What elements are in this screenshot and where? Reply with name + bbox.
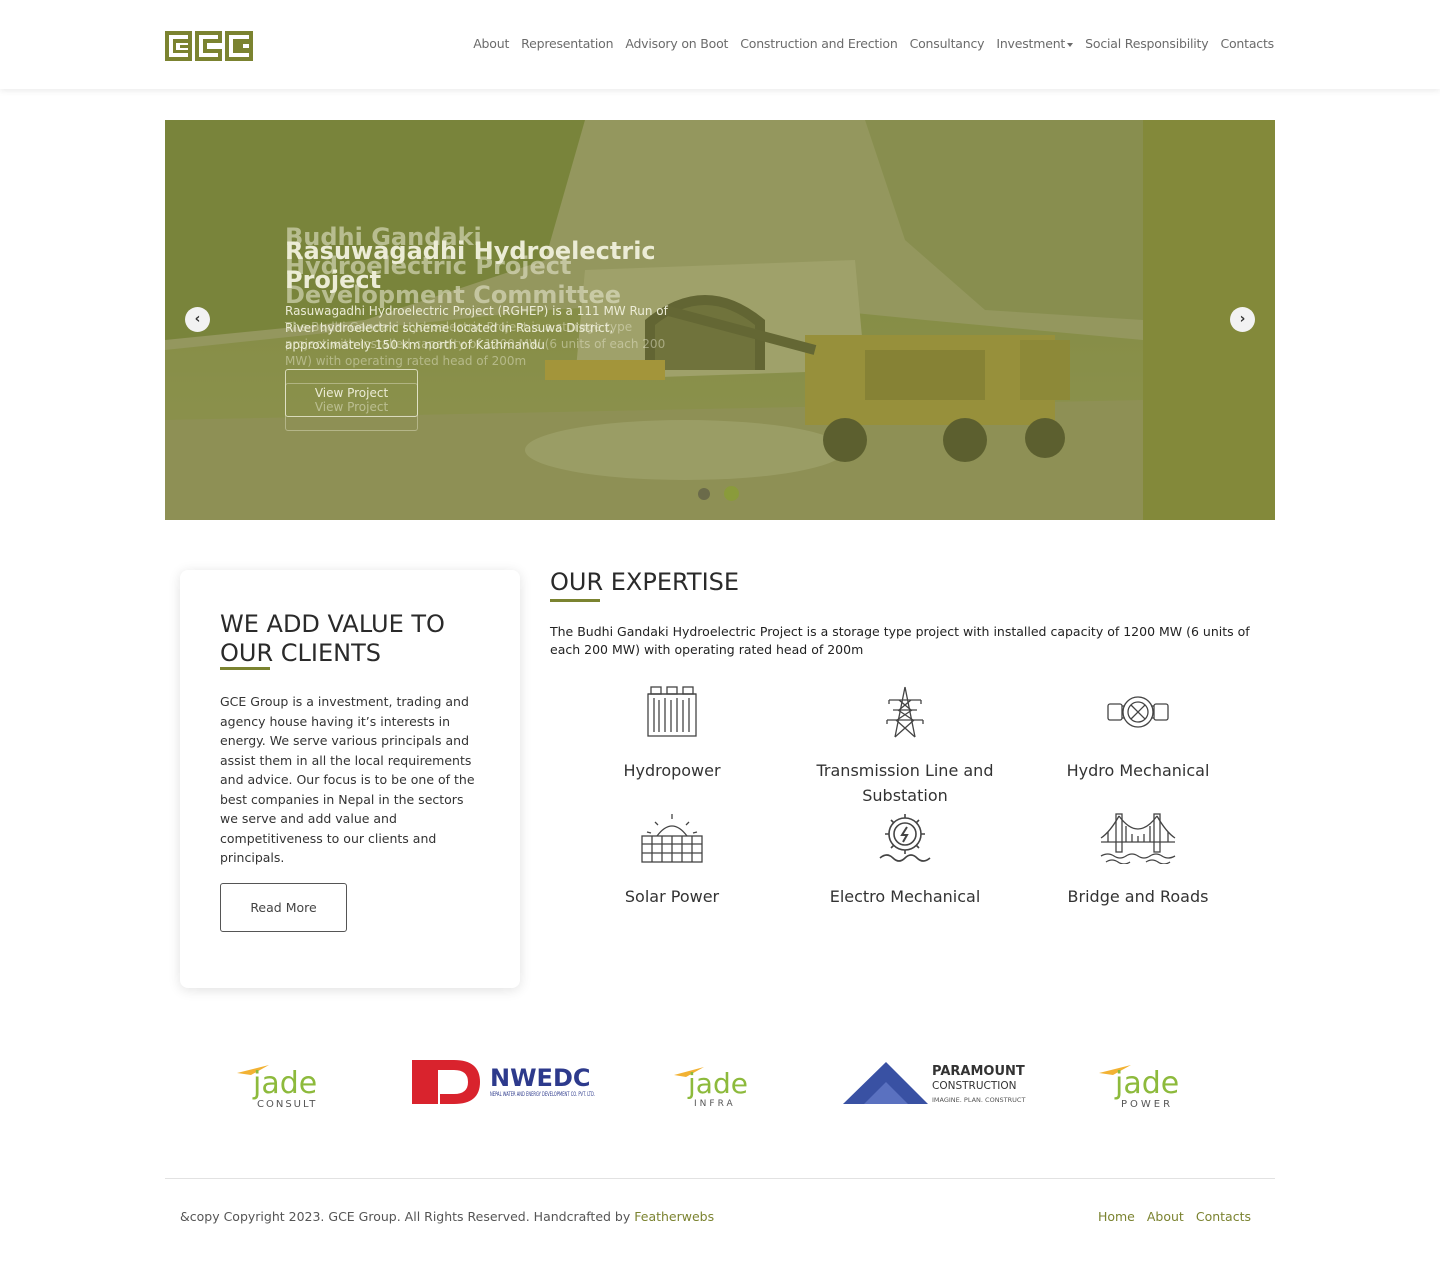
footer-nav: Home About Contacts	[1098, 1209, 1251, 1224]
dam-icon	[647, 686, 697, 737]
footer-credit-link[interactable]: Featherwebs	[634, 1209, 714, 1224]
nav-investment-dropdown[interactable]: Investment	[996, 36, 1074, 51]
expertise-item-hydro-mechanical[interactable]: Hydro Mechanical	[1038, 686, 1238, 783]
carousel-next-button[interactable]: ›	[1230, 307, 1255, 332]
expertise-label: Hydro Mechanical	[1066, 761, 1210, 780]
carousel-prev-button[interactable]: ‹	[185, 307, 210, 332]
expertise-item-electro-mechanical[interactable]: Electro Mechanical	[805, 812, 1005, 909]
partner-subtitle: IMAGINE. PLAN. CONSTRUCT	[932, 1096, 1025, 1104]
value-card: WE ADD VALUE TO OUR CLIENTS GCE Group is…	[180, 570, 520, 988]
expertise-label: Hydropower	[623, 761, 721, 780]
expertise-label: Transmission Line and Substation	[816, 761, 994, 805]
carousel-indicators	[698, 486, 739, 501]
title-underline	[220, 667, 270, 670]
expertise-item-transmission[interactable]: Transmission Line and Substation	[805, 686, 1005, 808]
partner-name-line2: CONSTRUCTION	[932, 1080, 1016, 1092]
hero-title: Rasuwagadhi Hydroelectric Project	[285, 237, 656, 294]
title-underline	[550, 599, 600, 602]
nav-construction-and-erection[interactable]: Construction and Erection	[740, 36, 898, 51]
read-more-button[interactable]: Read More	[220, 883, 347, 932]
gce-logo[interactable]	[165, 31, 253, 61]
carousel-indicator-1[interactable]	[698, 487, 710, 500]
hero-description: Rasuwagadhi Hydroelectric Project (RGHEP…	[285, 304, 668, 352]
copyright-text: &copy Copyright 2023. GCE Group. All Rig…	[180, 1209, 635, 1224]
nav-contacts[interactable]: Contacts	[1220, 36, 1274, 51]
partner-name: PARAMOUNT	[932, 1064, 1025, 1079]
nav-social-responsibility[interactable]: Social Responsibility	[1085, 36, 1209, 51]
nav-advisory-on-boot[interactable]: Advisory on Boot	[625, 36, 728, 51]
pipe-valve-icon	[1107, 696, 1169, 728]
partner-name: jade	[687, 1067, 748, 1100]
partner-name: jade	[1114, 1066, 1179, 1101]
nav-representation[interactable]: Representation	[521, 36, 613, 51]
nav-about[interactable]: About	[473, 36, 509, 51]
footer-divider	[165, 1178, 1275, 1179]
turbine-gear-icon	[879, 814, 931, 862]
expertise-item-solar-power[interactable]: Solar Power	[572, 812, 772, 909]
expertise-label: Bridge and Roads	[1067, 887, 1209, 906]
partner-logo-jade-power[interactable]: jade POWER	[1095, 1055, 1210, 1110]
bridge-icon	[1100, 813, 1176, 864]
chevron-left-icon: ‹	[194, 311, 201, 327]
carousel-indicator-2[interactable]	[724, 486, 739, 501]
partner-subtitle: POWER	[1121, 1099, 1173, 1110]
nav-consultancy[interactable]: Consultancy	[910, 36, 985, 51]
hero-carousel: Budhi Gandaki Hydroelectric Project Deve…	[165, 120, 1275, 520]
chevron-right-icon: ›	[1239, 311, 1246, 327]
caret-down-icon	[1067, 42, 1074, 47]
expertise-label: Electro Mechanical	[829, 887, 981, 906]
transmission-tower-icon	[886, 686, 924, 738]
site-header: About Representation Advisory on Boot Co…	[0, 0, 1440, 89]
partner-name: jade	[252, 1066, 317, 1101]
partner-logo-paramount[interactable]: PARAMOUNT CONSTRUCTION IMAGINE. PLAN. CO…	[842, 1058, 1030, 1108]
partner-subtitle: INFRA	[694, 1099, 736, 1109]
value-card-body: GCE Group is a investment, trading and a…	[220, 694, 475, 865]
view-project-button-previous[interactable]: View Project	[285, 383, 418, 431]
main-nav: About Representation Advisory on Boot Co…	[473, 36, 1274, 51]
partner-subtitle: NEPAL WATER AND ENERGY DEVELOPMENT CO. P…	[490, 1091, 595, 1098]
expertise-item-hydropower[interactable]: Hydropower	[572, 686, 772, 783]
value-card-title: WE ADD VALUE TO OUR CLIENTS	[220, 610, 445, 667]
nav-investment-label: Investment	[996, 36, 1066, 51]
footer-link-contacts[interactable]: Contacts	[1196, 1209, 1251, 1224]
partner-name: NWEDC	[490, 1064, 591, 1092]
expertise-label: Solar Power	[624, 887, 720, 906]
footer-link-about[interactable]: About	[1147, 1209, 1184, 1224]
expertise-title: OUR EXPERTISE	[550, 568, 740, 596]
partner-logo-nwedc[interactable]: NWEDC NEPAL WATER AND ENERGY DEVELOPMENT…	[410, 1058, 598, 1108]
solar-panel-icon	[641, 814, 703, 863]
expertise-description: The Budhi Gandaki Hydroelectric Project …	[550, 624, 1250, 657]
footer-copyright: &copy Copyright 2023. GCE Group. All Rig…	[180, 1209, 714, 1224]
expertise-item-bridge-and-roads[interactable]: Bridge and Roads	[1038, 812, 1238, 909]
footer-link-home[interactable]: Home	[1098, 1209, 1135, 1224]
partner-subtitle: CONSULT	[257, 1099, 317, 1110]
partner-logo-jade-infra[interactable]: jade INFRA	[670, 1057, 770, 1109]
partner-logo-jade-consult[interactable]: jade CONSULT	[233, 1055, 345, 1110]
